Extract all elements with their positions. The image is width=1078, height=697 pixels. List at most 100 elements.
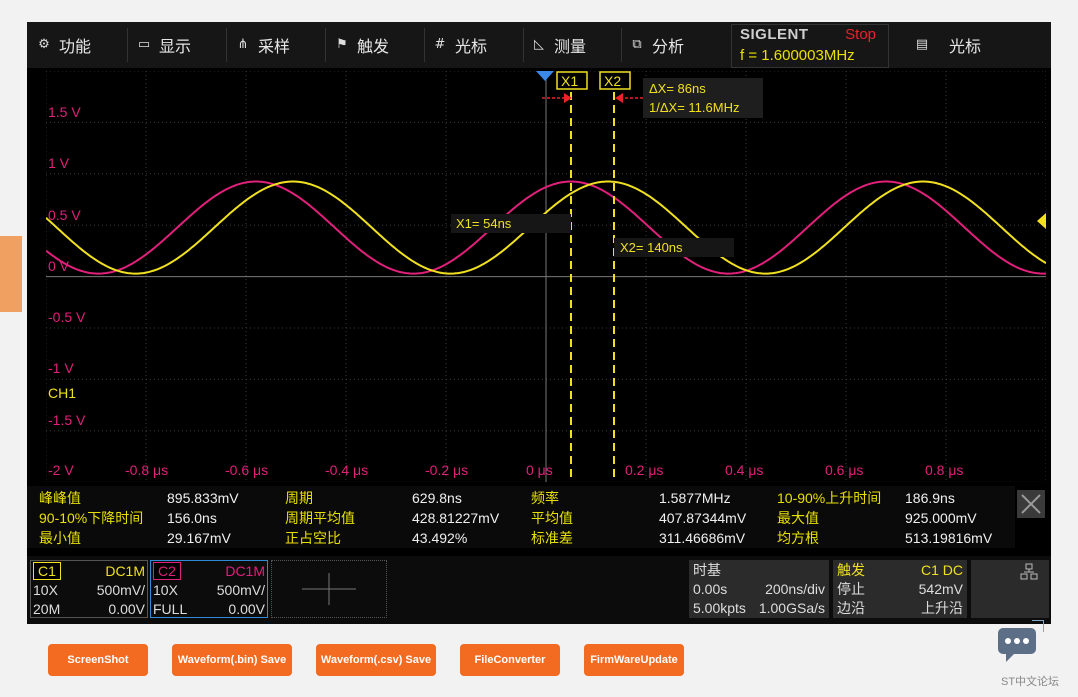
status-box: SIGLENT Stop f = 1.600003MHz	[731, 24, 889, 68]
divider	[523, 28, 524, 62]
meas-label: 平均值	[531, 510, 573, 526]
time-label: 0.2 μs	[625, 462, 664, 478]
network-icon	[1020, 563, 1038, 580]
divider	[127, 28, 128, 62]
ch2-info[interactable]: C2 DC1M 10X 500mV/ FULL 0.00V	[150, 560, 268, 618]
x2-value: X2= 140ns	[620, 240, 683, 255]
timebase-rate: 1.00GSa/s	[758, 600, 825, 616]
network-button[interactable]	[971, 560, 1049, 618]
menu-acquire[interactable]: ⋔ 采样	[236, 22, 290, 68]
side-tab[interactable]	[0, 236, 22, 312]
frequency-readout: f = 1.600003MHz	[740, 47, 855, 64]
meas-value: 186.9ns	[905, 490, 955, 506]
center-ticks	[46, 71, 1046, 482]
trigger-panel[interactable]: 触发 C1 DC 停止 542mV 边沿 上升沿	[833, 560, 967, 618]
voltage-label: -2 V	[48, 462, 74, 478]
divider	[325, 28, 326, 62]
ch1-probe: 10X	[33, 582, 58, 598]
time-label: -0.6 μs	[225, 462, 269, 478]
menu-analyze[interactable]: ⧉ 分析	[630, 22, 684, 68]
screenshot-button[interactable]: ScreenShot	[48, 644, 148, 676]
voltage-label: -0.5 V	[48, 309, 86, 325]
time-label: 0.6 μs	[825, 462, 864, 478]
watermark: ST中文论坛	[1001, 676, 1060, 688]
menu-display[interactable]: ▭ 显示	[137, 22, 191, 68]
trigger-level: 542mV	[918, 581, 963, 597]
ch2-scale: 500mV/	[216, 582, 265, 598]
trigger-slope: 上升沿	[921, 600, 963, 616]
trigger-time-marker	[536, 71, 554, 81]
add-channel-button[interactable]	[271, 560, 387, 618]
gear-icon: ⚙	[38, 37, 50, 52]
time-label: -0.2 μs	[425, 462, 469, 478]
time-label: -0.4 μs	[325, 462, 369, 478]
meas-label: 峰峰值	[39, 490, 81, 506]
menu-cursor[interactable]: # 光标	[433, 22, 487, 68]
meas-value: 156.0ns	[167, 510, 217, 526]
menu-label: 光标	[949, 37, 982, 56]
meas-value: 407.87344mV	[659, 510, 747, 526]
menu-label: 分析	[652, 37, 685, 56]
timebase-points: 5.00kpts	[693, 600, 746, 616]
meas-label: 周期	[285, 490, 313, 506]
waveform-bin-save-button[interactable]: Waveform(.bin) Save	[172, 644, 292, 676]
trigger-mode: 停止	[837, 581, 865, 597]
meas-label: 频率	[531, 490, 559, 506]
timebase-title: 时基	[693, 562, 721, 578]
ch2-offset: 0.00V	[228, 601, 265, 617]
waveform-grid[interactable]: X1 X2 ΔX= 86ns 1/ΔX= 11.6MHz X1= 54ns X2…	[46, 71, 1046, 482]
time-label: 0.8 μs	[925, 462, 964, 478]
meas-label: 最大值	[777, 510, 819, 526]
time-label: -0.8 μs	[125, 462, 169, 478]
meas-value: 629.8ns	[412, 490, 462, 506]
meas-value: 29.167mV	[167, 530, 231, 546]
voltage-label: 1.5 V	[48, 104, 81, 120]
ch1-info[interactable]: C1 DC1M 10X 500mV/ 20M 0.00V	[30, 560, 148, 618]
voltage-label: 0.5 V	[48, 207, 81, 223]
inv-delta-x: 1/ΔX= 11.6MHz	[649, 100, 739, 115]
divider	[226, 28, 227, 62]
brand-logo: SIGLENT	[740, 26, 809, 43]
flag-icon: ⚑	[336, 37, 348, 52]
meas-label: 标准差	[531, 530, 573, 546]
meas-label: 周期平均值	[285, 510, 355, 526]
close-icon	[1021, 494, 1041, 514]
ch1-bandwidth: 20M	[33, 601, 61, 617]
trigger-level-marker	[1037, 213, 1046, 229]
timebase-panel[interactable]: 时基 0.00s 200ns/div 5.00kpts 1.00GSa/s	[689, 560, 829, 618]
menu-label: 测量	[554, 37, 587, 56]
firmware-update-button[interactable]: FirmWareUpdate	[584, 644, 684, 676]
run-state[interactable]: Stop	[845, 26, 876, 43]
cursor-x1-label: X1	[561, 73, 578, 89]
measurement-table: 峰峰值 895.833mV 周期 629.8ns 频率 1.5877MHz 10…	[27, 486, 1015, 548]
meas-value: 428.81227mV	[412, 510, 500, 526]
ch2-coupling: DC1M	[225, 563, 265, 579]
analyze-icon: ⧉	[632, 37, 642, 52]
menu-trigger[interactable]: ⚑ 触发	[335, 22, 389, 68]
meas-label: 10-90%上升时间	[777, 490, 882, 506]
ch2-probe: 10X	[153, 582, 178, 598]
monitor-icon: ▭	[137, 37, 151, 52]
voltage-label: 0 V	[48, 258, 70, 274]
menu-label: 光标	[455, 37, 488, 56]
sample-icon: ⋔	[237, 37, 249, 52]
trigger-source: C1 DC	[920, 562, 963, 578]
ch1-name: C1	[33, 562, 61, 580]
plus-icon	[302, 573, 356, 605]
chat-icon[interactable]	[998, 620, 1044, 662]
menu-label: 显示	[159, 37, 192, 56]
menu-measure[interactable]: ◺ 测量	[532, 22, 586, 68]
delta-x: ΔX= 86ns	[649, 81, 706, 96]
cursor-x2-arrowhead	[615, 93, 623, 103]
ch2-name: C2	[153, 562, 181, 580]
timebase-delay: 0.00s	[693, 581, 728, 597]
x1-value: X1= 54ns	[456, 216, 512, 231]
waveform-csv-save-button[interactable]: Waveform(.csv) Save	[316, 644, 436, 676]
meas-value: 43.492%	[412, 530, 468, 546]
menu-function[interactable]: ⚙ 功能	[37, 22, 91, 68]
divider	[424, 28, 425, 62]
menu-cursor-right[interactable]: ▤ 光标	[915, 22, 981, 68]
close-measure-button[interactable]	[1017, 490, 1045, 518]
ch2-bandwidth: FULL	[153, 601, 188, 617]
file-converter-button[interactable]: FileConverter	[460, 644, 560, 676]
